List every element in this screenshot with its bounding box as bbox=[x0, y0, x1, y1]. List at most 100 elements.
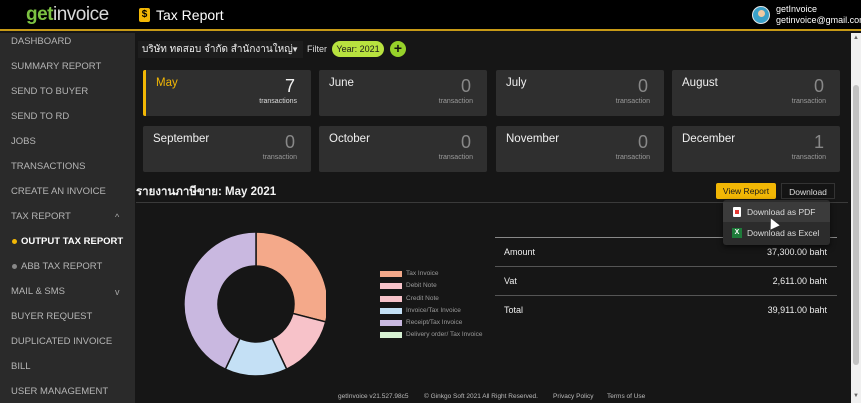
legend-item[interactable]: Delivery order/ Tax Invoice bbox=[380, 331, 482, 343]
legend-item[interactable]: Credit Note bbox=[380, 295, 482, 307]
legend-label: Delivery order/ Tax Invoice bbox=[406, 331, 483, 339]
transaction-unit: transaction bbox=[262, 154, 297, 161]
sidebar-item-label: SEND TO BUYER bbox=[11, 86, 89, 97]
summary-row-vat: Vat 2,611.00 baht bbox=[495, 266, 837, 295]
sidebar-item-user-management[interactable]: USER MANAGEMENT bbox=[0, 385, 135, 403]
summary-value: 39,911.00 baht bbox=[767, 305, 827, 315]
vertical-scrollbar[interactable]: ▲ ▼ bbox=[851, 33, 861, 403]
legend-swatch bbox=[380, 271, 402, 277]
legend-swatch bbox=[380, 332, 402, 339]
month-card-september[interactable]: September 0 transaction bbox=[143, 126, 311, 172]
month-card-december[interactable]: December 1 transaction bbox=[672, 126, 840, 172]
company-select[interactable]: บริษัท ทดสอบ จำกัด สำนักงานใหญ่ ▼ bbox=[138, 41, 303, 58]
copyright-text: © Ginkgo Soft 2021 All Right Reserved. bbox=[424, 393, 538, 400]
user-email[interactable]: getinvoice@gmail.com bbox=[776, 15, 861, 25]
scrollbar-thumb[interactable] bbox=[853, 85, 859, 365]
month-card-august[interactable]: August 0 transaction bbox=[672, 70, 840, 116]
dot-icon bbox=[12, 264, 17, 269]
month-card-october[interactable]: October 0 transaction bbox=[319, 126, 487, 172]
active-dot-icon bbox=[12, 239, 17, 244]
page-title: Tax Report bbox=[156, 7, 224, 23]
sidebar-item-duplicated-invoice[interactable]: DUPLICATED INVOICE bbox=[0, 335, 135, 360]
add-filter-button[interactable]: + bbox=[390, 41, 406, 57]
sidebar-item-label: BUYER REQUEST bbox=[11, 311, 93, 322]
sidebar-item-send-to-buyer[interactable]: SEND TO BUYER bbox=[0, 85, 135, 110]
month-name: May bbox=[156, 77, 178, 89]
month-name: November bbox=[506, 133, 560, 145]
user-name[interactable]: getInvoice bbox=[776, 4, 817, 14]
legend-swatch bbox=[380, 320, 402, 327]
month-card-june[interactable]: June 0 transaction bbox=[319, 70, 487, 116]
sidebar-item-label: BILL bbox=[11, 361, 31, 372]
transaction-count: 0 bbox=[460, 132, 471, 152]
transaction-count: 0 bbox=[637, 132, 648, 152]
privacy-policy-link[interactable]: Privacy Policy bbox=[553, 393, 593, 400]
transaction-unit: transaction bbox=[791, 98, 826, 105]
legend-item[interactable]: Debit Note bbox=[380, 282, 482, 294]
year-filter-pill[interactable]: Year: 2021 bbox=[332, 41, 384, 57]
month-name: December bbox=[682, 133, 736, 145]
terms-of-use-link[interactable]: Terms of Use bbox=[607, 393, 645, 400]
legend-label: Invoice/Tax Invoice bbox=[406, 306, 461, 314]
transaction-unit: transaction bbox=[791, 154, 826, 161]
sidebar-item-tax-report[interactable]: TAX REPORT ^ bbox=[0, 210, 135, 235]
download-button[interactable]: Download bbox=[781, 183, 835, 199]
sidebar-item-create-invoice[interactable]: CREATE AN INVOICE bbox=[0, 185, 135, 210]
sidebar-item-label: CREATE AN INVOICE bbox=[11, 186, 106, 197]
transaction-count: 0 bbox=[637, 76, 648, 96]
sidebar-item-mail-sms[interactable]: MAIL & SMS v bbox=[0, 285, 135, 310]
donut-slice-tax-invoice[interactable] bbox=[255, 231, 326, 323]
sidebar-item-summary-report[interactable]: SUMMARY REPORT bbox=[0, 60, 135, 85]
scroll-up-arrow-icon[interactable]: ▲ bbox=[853, 35, 859, 41]
download-excel-label: Download as Excel bbox=[747, 228, 820, 238]
month-name: June bbox=[329, 77, 354, 89]
excel-file-icon: X bbox=[732, 228, 742, 238]
sidebar-item-abb-tax-report[interactable]: ABB TAX REPORT bbox=[0, 260, 135, 285]
transaction-count: 0 bbox=[284, 132, 295, 152]
scroll-down-arrow-icon[interactable]: ▼ bbox=[853, 393, 859, 399]
legend-label: Receipt/Tax Invoice bbox=[406, 319, 463, 327]
sidebar-item-label: TRANSACTIONS bbox=[11, 161, 86, 172]
logo-invoice-text: invoice bbox=[53, 4, 109, 25]
user-avatar[interactable] bbox=[752, 6, 770, 24]
month-name: July bbox=[506, 77, 527, 89]
sidebar-item-bill[interactable]: BILL bbox=[0, 360, 135, 385]
legend-swatch bbox=[380, 307, 402, 314]
sidebar-item-label: JOBS bbox=[11, 136, 36, 147]
summary-value: 37,300.00 baht bbox=[766, 247, 827, 257]
dollar-icon: $ bbox=[139, 8, 150, 22]
footer: getInvoice v21.527.98c5 © Ginkgo Soft 20… bbox=[135, 392, 861, 403]
report-title: รายงานภาษีขาย: May 2021 bbox=[136, 186, 277, 198]
legend-item[interactable]: Receipt/Tax Invoice bbox=[380, 319, 482, 331]
sidebar-item-jobs[interactable]: JOBS bbox=[0, 135, 135, 160]
sidebar-item-transactions[interactable]: TRANSACTIONS bbox=[0, 160, 135, 185]
transaction-count: 7 bbox=[284, 76, 295, 96]
sidebar-item-dashboard[interactable]: DASHBOARD bbox=[0, 35, 135, 60]
sidebar: DASHBOARD SUMMARY REPORT SEND TO BUYER S… bbox=[0, 33, 135, 403]
legend-label: Debit Note bbox=[406, 282, 437, 290]
legend-item[interactable]: Invoice/Tax Invoice bbox=[380, 307, 482, 319]
transaction-unit: transaction bbox=[615, 154, 650, 161]
summary-value: 2,611.00 baht bbox=[772, 276, 827, 286]
summary-label: Vat bbox=[504, 276, 517, 286]
chevron-up-icon: ^ bbox=[115, 212, 120, 222]
sidebar-item-output-tax-report[interactable]: OUTPUT TAX REPORT bbox=[0, 235, 135, 260]
view-report-button[interactable]: View Report bbox=[716, 183, 776, 199]
top-bar: getinvoice $ Tax Report getInvoice getin… bbox=[0, 0, 861, 31]
sidebar-item-buyer-request[interactable]: BUYER REQUEST bbox=[0, 310, 135, 335]
legend-label: Tax Invoice bbox=[406, 270, 439, 277]
sidebar-item-label: USER MANAGEMENT bbox=[11, 386, 109, 397]
summary-label: Amount bbox=[504, 247, 536, 257]
sidebar-item-send-to-rd[interactable]: SEND TO RD bbox=[0, 110, 135, 135]
month-card-may[interactable]: May 7 transactions bbox=[143, 70, 311, 116]
sidebar-item-label: TAX REPORT bbox=[11, 211, 71, 222]
month-name: August bbox=[682, 77, 718, 89]
summary-label: Total bbox=[504, 305, 524, 315]
app-logo[interactable]: getinvoice bbox=[26, 4, 109, 26]
month-card-november[interactable]: November 0 transaction bbox=[496, 126, 664, 172]
legend-item[interactable]: Tax Invoice bbox=[380, 270, 482, 282]
transaction-unit: transactions bbox=[259, 98, 297, 105]
tax-document-donut-chart bbox=[183, 231, 326, 377]
sidebar-item-label: DUPLICATED INVOICE bbox=[11, 336, 113, 347]
month-card-july[interactable]: July 0 transaction bbox=[496, 70, 664, 116]
